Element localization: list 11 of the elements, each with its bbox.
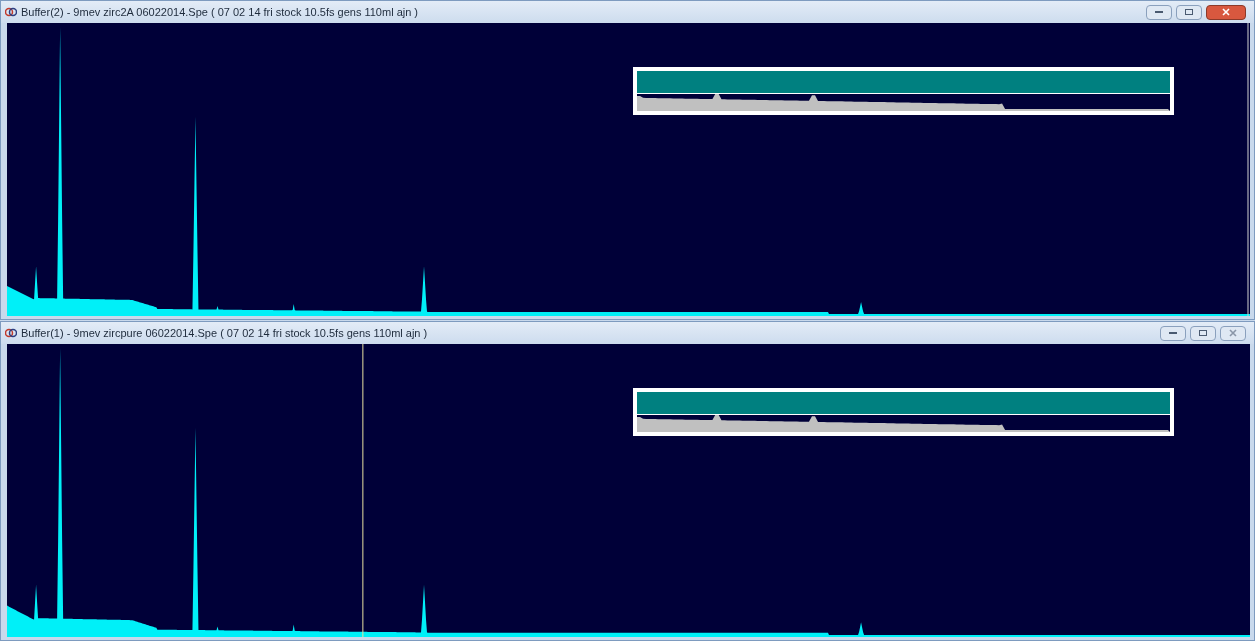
maximize-button[interactable] bbox=[1190, 325, 1216, 341]
close-icon bbox=[1222, 8, 1230, 16]
close-button[interactable] bbox=[1206, 4, 1246, 20]
minimize-button[interactable] bbox=[1146, 4, 1172, 20]
app-icon bbox=[5, 6, 17, 18]
window-title: Buffer(1) - 9mev zircpure 06022014.Spe ( 07 02 14 fri stock 10.5fs gens 110ml ajn ) bbox=[21, 325, 428, 341]
app-icon bbox=[5, 327, 17, 339]
maximize-button[interactable] bbox=[1176, 4, 1202, 20]
minimize-button[interactable] bbox=[1160, 325, 1186, 341]
close-icon bbox=[1229, 329, 1237, 337]
window-title: Buffer(2) - 9mev zirc2A 06022014.Spe ( 07 02 14 fri stock 10.5fs gens 110ml ajn ) bbox=[21, 4, 419, 20]
